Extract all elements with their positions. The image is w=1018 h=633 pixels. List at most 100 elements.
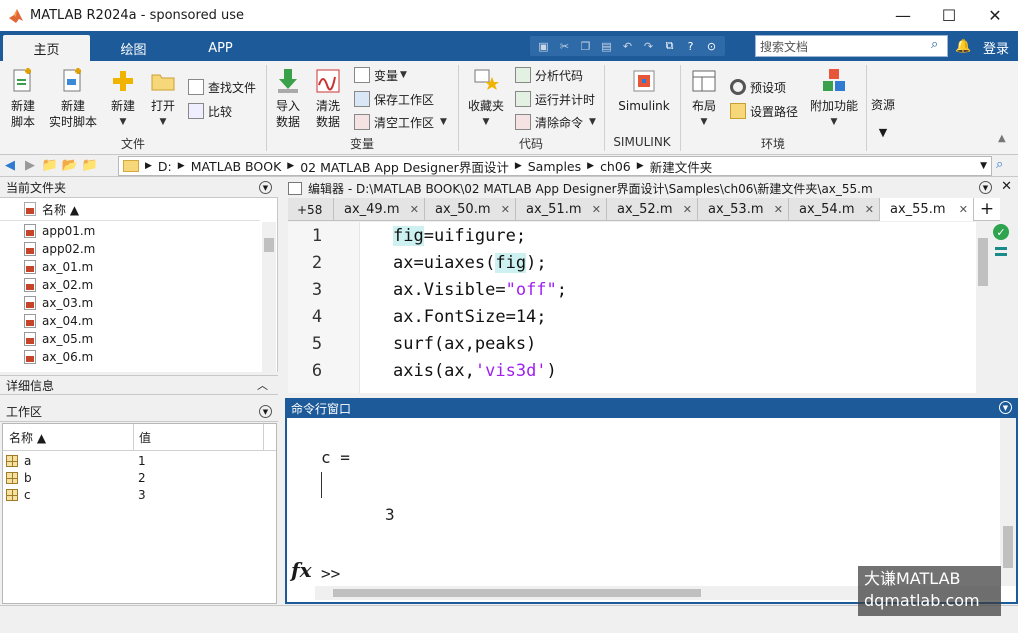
variable-button[interactable]: 变量 ▼ [354, 65, 407, 85]
breadcrumb-new-folder[interactable]: 新建文件夹 [650, 157, 713, 176]
panel-menu-icon[interactable]: ▼ [979, 181, 992, 194]
simulink-button[interactable]: Simulink [614, 67, 674, 114]
login-link[interactable]: 登录 [983, 38, 1009, 57]
up-folder-icon[interactable]: 📁 [40, 158, 60, 173]
breadcrumb-ch06[interactable]: ch06 [600, 159, 631, 174]
tab-apps[interactable]: APP [177, 35, 264, 61]
close-tab-icon[interactable]: ✕ [774, 203, 783, 216]
run-and-time-button[interactable]: 运行并计时 [515, 89, 595, 109]
panel-menu-icon[interactable]: ▼ [259, 181, 272, 194]
close-tab-icon[interactable]: ✕ [410, 203, 419, 216]
qat-options-icon[interactable]: ⊙ [702, 38, 721, 54]
file-item[interactable]: ax_05.m [24, 330, 93, 348]
file-item[interactable]: ax_02.m [24, 276, 93, 294]
tab-home[interactable]: 主页 [3, 35, 90, 61]
copy-icon[interactable]: ❐ [576, 38, 595, 54]
file-item[interactable]: ax_01.m [24, 258, 93, 276]
clear-commands-button[interactable]: 清除命令 ▼ [515, 112, 596, 132]
title-bar: MATLAB R2024a - sponsored use — ☐ ✕ [0, 0, 1018, 31]
notification-bell-icon[interactable]: 🔔 [955, 39, 971, 54]
name-column-header[interactable]: 名称 ▲ [9, 429, 46, 446]
switch-windows-icon[interactable]: ⧉ [660, 38, 679, 54]
new-button[interactable]: 新建 ▼ [106, 67, 140, 130]
panel-menu-icon[interactable]: ▼ [999, 401, 1012, 414]
tab-ax-53[interactable]: ax_53.m ✕ [698, 198, 789, 221]
file-item[interactable]: ax_03.m [24, 294, 93, 312]
file-item[interactable]: app02.m [24, 240, 95, 258]
details-header[interactable]: 详细信息 ︿ [0, 375, 278, 395]
close-button[interactable]: ✕ [972, 0, 1018, 31]
addons-button[interactable]: 附加功能 ▼ [806, 67, 862, 130]
table-row[interactable]: a1 [3, 452, 276, 469]
layout-button[interactable]: 布局 ▼ [688, 67, 720, 130]
close-tab-icon[interactable]: ✕ [865, 203, 874, 216]
search-docs-input[interactable]: 搜索文档 [755, 35, 948, 57]
preferences-button[interactable]: 预设项 [730, 77, 786, 97]
save-workspace-button[interactable]: 保存工作区 [354, 89, 434, 109]
new-script-button[interactable]: 新建 脚本 [6, 67, 40, 130]
resources-button[interactable]: 资源 ▼ [868, 97, 898, 141]
back-icon[interactable]: ◀ [0, 158, 20, 173]
paste-icon[interactable]: ▤ [597, 38, 616, 54]
redo-icon[interactable]: ↷ [639, 38, 658, 54]
open-button[interactable]: 打开 ▼ [146, 67, 180, 130]
find-files-button[interactable]: 查找文件 [188, 77, 256, 97]
code-analyzer-status[interactable]: ✓ [993, 224, 1013, 268]
undo-icon[interactable]: ↶ [618, 38, 637, 54]
breadcrumb-matlab-book[interactable]: MATLAB BOOK [191, 159, 282, 174]
tab-ax-49[interactable]: ax_49.m ✕ [334, 198, 425, 221]
tab-ax-55[interactable]: ax_55.m ✕ [880, 198, 974, 221]
collapse-ribbon-icon[interactable]: ▲ [998, 133, 1006, 144]
table-row[interactable]: c3 [3, 486, 276, 503]
cut-icon[interactable]: ✂ [555, 38, 574, 54]
import-data-button[interactable]: 导入 数据 [272, 67, 304, 130]
favorites-button[interactable]: 收藏夹 ▼ [466, 67, 506, 130]
new-live-script-button[interactable]: 新建 实时脚本 [48, 67, 98, 130]
tab-plots[interactable]: 绘图 [90, 35, 177, 61]
editor-scrollbar[interactable] [976, 222, 990, 393]
close-tab-icon[interactable]: ✕ [592, 203, 601, 216]
chevron-up-icon[interactable]: ︿ [257, 377, 268, 393]
file-item[interactable]: app01.m [24, 222, 95, 240]
breadcrumb-drive[interactable]: D: [158, 159, 172, 174]
minimize-button[interactable]: — [880, 0, 926, 31]
help-icon[interactable]: ? [681, 38, 700, 54]
file-item[interactable]: ax_04.m [24, 312, 93, 330]
tab-overflow[interactable]: +58 [288, 198, 334, 221]
table-row[interactable]: b2 [3, 469, 276, 486]
value-column-header[interactable]: 值 [139, 429, 151, 446]
compare-button[interactable]: 比较 [188, 101, 232, 121]
tab-ax-54[interactable]: ax_54.m ✕ [789, 198, 880, 221]
command-prompt[interactable]: >> [321, 564, 340, 583]
browse-folder-icon[interactable]: 📂 [60, 158, 80, 173]
close-editor-icon[interactable]: ✕ [1001, 179, 1012, 194]
refresh-folder-icon[interactable]: 📁 [80, 158, 100, 173]
command-scrollbar[interactable] [1000, 418, 1016, 586]
clean-data-button[interactable]: 清洗 数据 [312, 67, 344, 130]
set-path-button[interactable]: 设置路径 [730, 101, 798, 121]
close-tab-icon[interactable]: ✕ [501, 203, 510, 216]
close-tab-icon[interactable]: ✕ [683, 203, 692, 216]
analyze-code-button[interactable]: 分析代码 [515, 65, 583, 85]
forward-icon[interactable]: ▶ [20, 158, 40, 173]
code-editor[interactable]: 1 2 3 4 5 6 fig=uifigure; ax=uiaxes(fig)… [288, 222, 976, 393]
tab-ax-51[interactable]: ax_51.m ✕ [516, 198, 607, 221]
current-path-field[interactable]: ▶ D: ▶ MATLAB BOOK ▶ 02 MATLAB App Designer… [118, 156, 992, 176]
file-item[interactable]: ax_06.m [24, 348, 93, 366]
path-dropdown-icon[interactable]: ▼ [980, 161, 987, 171]
panel-menu-icon[interactable]: ▼ [259, 405, 272, 418]
name-column-header[interactable]: 名称 ▲ [0, 198, 260, 221]
save-icon[interactable]: ▣ [534, 38, 553, 54]
search-folder-icon[interactable]: ⌕ [996, 157, 1003, 172]
fx-function-browser-icon[interactable]: fx [291, 558, 312, 582]
clear-workspace-button[interactable]: 清空工作区 ▼ [354, 112, 447, 132]
tab-ax-50[interactable]: ax_50.m ✕ [425, 198, 516, 221]
search-icon[interactable]: ⌕ [931, 37, 938, 52]
maximize-button[interactable]: ☐ [926, 0, 972, 31]
tab-ax-52[interactable]: ax_52.m ✕ [607, 198, 698, 221]
close-tab-icon[interactable]: ✕ [959, 203, 968, 216]
new-tab-plus-icon[interactable]: + [974, 198, 1000, 220]
breadcrumb-samples[interactable]: Samples [528, 159, 581, 174]
folder-scrollbar[interactable] [262, 222, 276, 372]
breadcrumb-app-designer[interactable]: 02 MATLAB App Designer界面设计 [300, 157, 509, 176]
